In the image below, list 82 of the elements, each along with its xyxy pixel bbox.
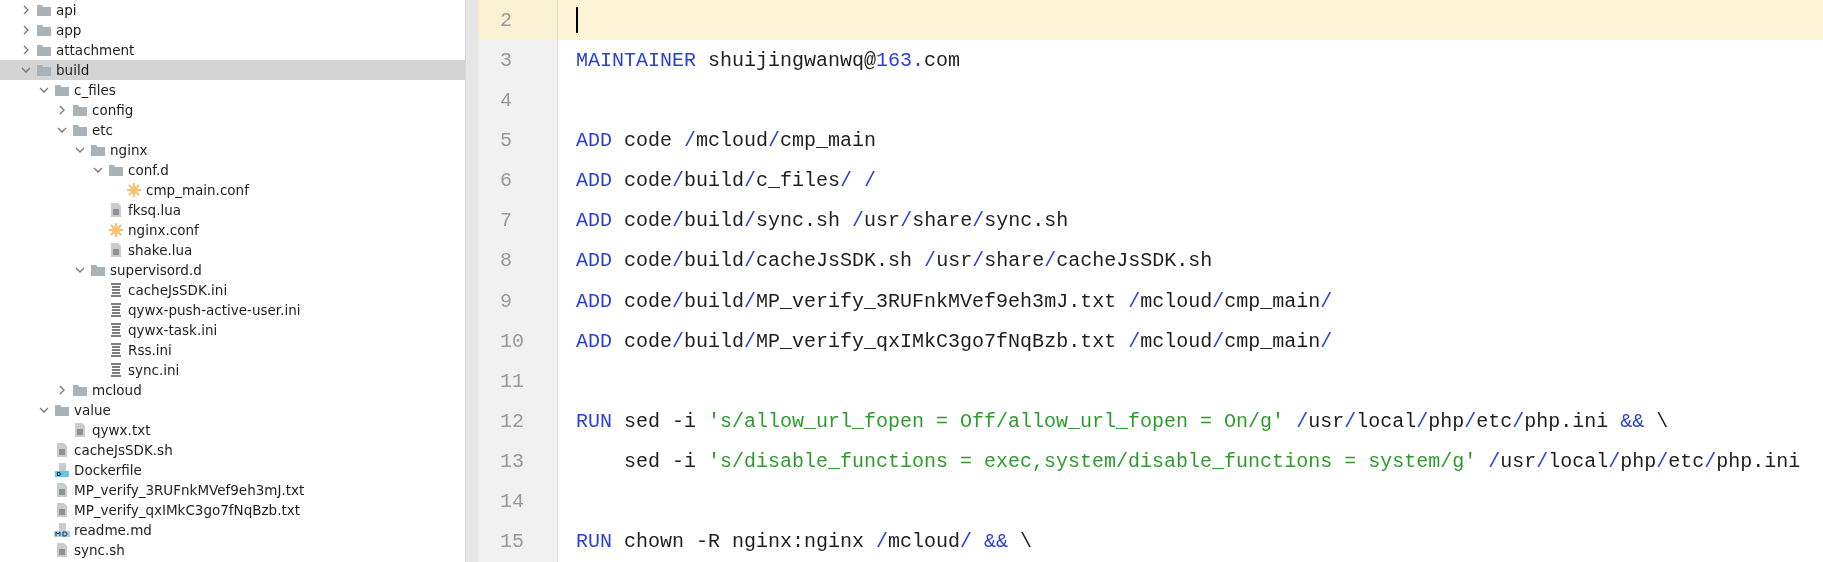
tree-item[interactable]: Rss.ini xyxy=(0,340,465,360)
line-number: 12 xyxy=(500,409,524,433)
tree-item[interactable]: app xyxy=(0,20,465,40)
tree-item[interactable]: MP_verify_qxIMkC3go7fNqBzb.txt xyxy=(0,500,465,520)
code-line: RUN sed -i 's/allow_url_fopen = Off/allow_url_fopen = On/g' /usr/local/php/etc/php.ini && \ xyxy=(575,408,1669,435)
tree-item[interactable]: config xyxy=(0,100,465,120)
file-icon xyxy=(54,502,70,518)
file-icon xyxy=(108,202,124,218)
scrollbar[interactable] xyxy=(465,0,478,562)
line-number: 4 xyxy=(500,88,512,112)
tree-item[interactable]: cacheJsSDK.sh xyxy=(0,440,465,460)
tree-item[interactable]: fksq.lua xyxy=(0,200,465,220)
tree-item[interactable]: api xyxy=(0,0,465,20)
code-line: ADD code/build/MP_verify_3RUFnkMVef9eh3mJ.txt /mcloud/cmp_main/ xyxy=(575,288,1333,315)
line-number: 2 xyxy=(500,8,512,32)
list-icon xyxy=(108,362,124,378)
tree-item[interactable]: Dockerfile xyxy=(0,460,465,480)
file-icon xyxy=(54,442,70,458)
file-icon xyxy=(72,422,88,438)
tree-item[interactable]: sync.sh xyxy=(0,540,465,560)
line-number: 10 xyxy=(500,329,524,353)
folder-icon xyxy=(36,2,52,18)
tree-item[interactable]: supervisord.d xyxy=(0,260,465,280)
tree-item[interactable]: shake.lua xyxy=(0,240,465,260)
folder-icon xyxy=(108,162,124,178)
code-line: ADD code/build/c_files/ / xyxy=(575,168,877,195)
tree-item[interactable]: nginx.conf xyxy=(0,220,465,240)
line-number: 7 xyxy=(500,209,512,233)
text-cursor xyxy=(576,7,578,34)
folder-icon xyxy=(36,42,52,58)
tree-item[interactable]: MP_verify_3RUFnkMVef9eh3mJ.txt xyxy=(0,480,465,500)
tree-item[interactable]: mcloud xyxy=(0,380,465,400)
folder-icon xyxy=(72,122,88,138)
tree-item[interactable]: c_files xyxy=(0,80,465,100)
tree-item[interactable]: readme.md xyxy=(0,520,465,540)
tree-item[interactable]: value xyxy=(0,400,465,420)
file-icon xyxy=(54,482,70,498)
list-icon xyxy=(108,322,124,338)
line-number: 8 xyxy=(500,249,512,273)
tree-item[interactable]: qywx-task.ini xyxy=(0,320,465,340)
gear-icon xyxy=(126,182,142,198)
code-line: sed -i 's/disable_functions = exec,system/disable_functions = system/g' /usr/local/php/etc/php.ini xyxy=(623,449,1801,476)
tree-item[interactable]: conf.d xyxy=(0,160,465,180)
tree-item[interactable]: attachment xyxy=(0,40,465,60)
list-icon xyxy=(108,342,124,358)
line-number: 13 xyxy=(500,450,524,474)
line-number: 5 xyxy=(500,129,512,152)
gear-icon xyxy=(108,222,124,238)
folder-icon xyxy=(90,262,106,278)
line-number: 6 xyxy=(500,169,512,193)
tree-item[interactable]: etc xyxy=(0,120,465,140)
code-line: RUN chown -R nginx:nginx /mcloud/ && \ xyxy=(575,529,1033,556)
code-line: ADD code /mcloud/cmp_main xyxy=(575,128,877,154)
folder-icon xyxy=(36,22,52,38)
tree-item[interactable]: cmp_main.conf xyxy=(0,180,465,200)
line-number: 11 xyxy=(500,369,524,393)
tree-item[interactable]: sync.ini xyxy=(0,360,465,380)
docker-file-icon xyxy=(54,462,70,478)
folder-icon xyxy=(54,402,70,418)
list-icon xyxy=(108,282,124,298)
tree-item[interactable]: qywx.txt xyxy=(0,420,465,440)
file-icon xyxy=(108,242,124,258)
line-number: 15 xyxy=(500,530,524,554)
line-number: 9 xyxy=(500,289,512,313)
folder-icon xyxy=(36,62,52,78)
tree-item[interactable]: build xyxy=(0,60,465,80)
line-number: 3 xyxy=(500,48,512,72)
tree-item[interactable]: nginx xyxy=(0,140,465,160)
file-icon xyxy=(54,542,70,558)
folder-icon xyxy=(72,382,88,398)
code-line: ADD code/build/cacheJsSDK.sh /usr/share/cacheJsSDK.sh xyxy=(575,248,1213,275)
tree-item[interactable]: cacheJsSDK.ini xyxy=(0,280,465,300)
markdown-file-icon xyxy=(54,522,70,538)
folder-icon xyxy=(54,82,70,98)
line-number: 14 xyxy=(500,490,524,514)
code-line: MAINTAINER shuijingwanwq@163.com xyxy=(575,47,961,74)
code-line: ADD code/build/sync.sh /usr/share/sync.sh xyxy=(575,208,1069,235)
folder-icon xyxy=(72,102,88,118)
folder-icon xyxy=(90,142,106,158)
code-line: ADD code/build/MP_verify_qxIMkC3go7fNqBzb.txt /mcloud/cmp_main/ xyxy=(575,328,1333,355)
list-icon xyxy=(108,302,124,318)
tree-item[interactable]: qywx-push-active-user.ini xyxy=(0,300,465,320)
